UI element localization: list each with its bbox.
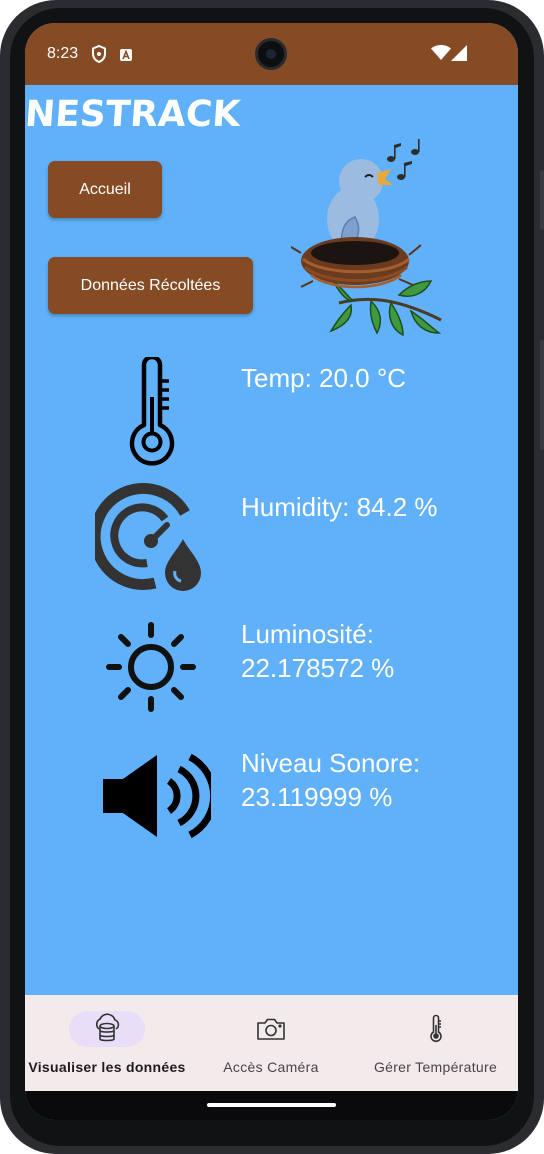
sound-level-label: Niveau Sonore: [241, 748, 421, 778]
humidity-reading: Humidity: 84.2 % [241, 492, 438, 522]
home-indicator[interactable] [207, 1103, 336, 1107]
sound-level-reading: Niveau Sonore: 23.119999 % [241, 746, 420, 814]
bird-nest-illustration [290, 135, 451, 341]
sun-icon [105, 621, 197, 713]
power-button [540, 340, 544, 450]
collected-data-button[interactable]: Données Récoltées [48, 257, 253, 314]
sound-level-value: 23.119999 % [241, 782, 393, 812]
status-bar: 8:23 [25, 23, 518, 85]
status-time: 8:23 [47, 45, 79, 62]
app-title: NESTRACK [25, 94, 242, 135]
luminosity-value: 22.178572 % [241, 653, 395, 683]
home-button[interactable]: Accueil [48, 161, 162, 218]
luminosity-reading: Luminosité: 22.178572 % [241, 617, 394, 685]
nav-item-manage-temperature[interactable]: Gérer Température [353, 995, 518, 1091]
humidity-gauge-icon [89, 482, 211, 597]
nav-item-camera-access[interactable]: Accès Caméra [189, 995, 353, 1091]
screen: 8:23 NESTRACK Accueil Données Récoltées [25, 23, 518, 1120]
nav-label-camera-access: Accès Caméra [223, 1059, 319, 1075]
luminosity-label: Luminosité: [241, 619, 374, 649]
front-camera [255, 38, 287, 70]
database-cloud-icon [91, 1013, 123, 1045]
bottom-navigation: Visualiser les données Accès Caméra Gére… [25, 995, 518, 1091]
shield-icon [91, 44, 107, 67]
nav-label-visualize-data: Visualiser les données [28, 1059, 186, 1075]
temperature-reading: Temp: 20.0 °C [241, 363, 407, 393]
phone-frame: 8:23 NESTRACK Accueil Données Récoltées [0, 0, 544, 1154]
thermometer-icon [125, 354, 179, 467]
wifi-icon [431, 44, 451, 65]
music-notes-icon [387, 139, 420, 180]
thermometer-icon [420, 1013, 452, 1045]
volume-button [540, 170, 544, 230]
nav-item-visualize-data[interactable]: Visualiser les données [25, 995, 189, 1091]
a-badge-icon [119, 47, 133, 66]
camera-icon [255, 1013, 287, 1045]
speaker-icon [101, 753, 218, 839]
nav-label-manage-temperature: Gérer Température [373, 1059, 498, 1075]
signal-icon [451, 45, 467, 65]
